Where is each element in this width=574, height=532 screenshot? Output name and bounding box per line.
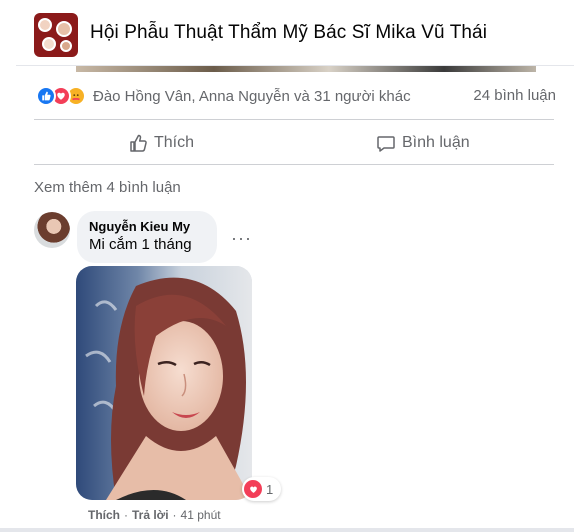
comment-text: Mi cắm 1 tháng — [89, 236, 192, 253]
comment-reaction-count[interactable]: 1 — [242, 477, 282, 501]
reaction-count: 1 — [266, 481, 274, 497]
thumbs-up-icon — [130, 134, 147, 152]
comment-button[interactable]: Bình luận — [376, 128, 470, 158]
like-label: Thích — [154, 134, 195, 151]
comment-like-link[interactable]: Thích — [88, 508, 120, 522]
like-icon — [36, 86, 56, 106]
post-image-edge — [76, 66, 536, 72]
comment-timestamp[interactable]: 41 phút — [181, 508, 221, 522]
comment-count-link[interactable]: 24 bình luận — [473, 87, 556, 104]
comment-label: Bình luận — [402, 134, 470, 151]
comment-author-link[interactable]: Nguyễn Kieu My — [89, 219, 205, 234]
love-icon — [244, 480, 262, 498]
post-container: Hội Phẫu Thuật Thẩm Mỹ Bác Sĩ Mika Vũ Th… — [16, 0, 574, 532]
separator: · — [172, 508, 177, 522]
reactions-names[interactable]: Đào Hồng Vân, Anna Nguyễn và 31 người kh… — [93, 88, 411, 105]
divider-bottom — [34, 164, 554, 165]
comment-reply-link[interactable]: Trả lời — [132, 508, 169, 522]
speech-bubble-icon — [377, 136, 395, 152]
group-avatar[interactable] — [34, 13, 78, 57]
divider-top — [34, 119, 554, 120]
like-button[interactable]: Thích — [128, 128, 194, 158]
group-name-link[interactable]: Hội Phẫu Thuật Thẩm Mỹ Bác Sĩ Mika Vũ Th… — [90, 22, 487, 44]
avatar[interactable] — [34, 212, 70, 248]
comment-bubble: Nguyễn Kieu My Mi cắm 1 tháng — [77, 211, 217, 263]
bottom-edge — [0, 528, 574, 532]
comment-actions: Thích · Trả lời · 41 phút — [88, 508, 221, 522]
comment-photo[interactable] — [76, 266, 252, 500]
more-options-icon[interactable]: ··· — [231, 228, 252, 249]
reactions-summary[interactable]: Đào Hồng Vân, Anna Nguyễn và 31 người kh… — [36, 84, 556, 108]
view-more-comments-link[interactable]: Xem thêm 4 bình luận — [34, 179, 181, 196]
separator: · — [124, 508, 128, 522]
post-header: Hội Phẫu Thuật Thẩm Mỹ Bác Sĩ Mika Vũ Th… — [16, 0, 574, 66]
